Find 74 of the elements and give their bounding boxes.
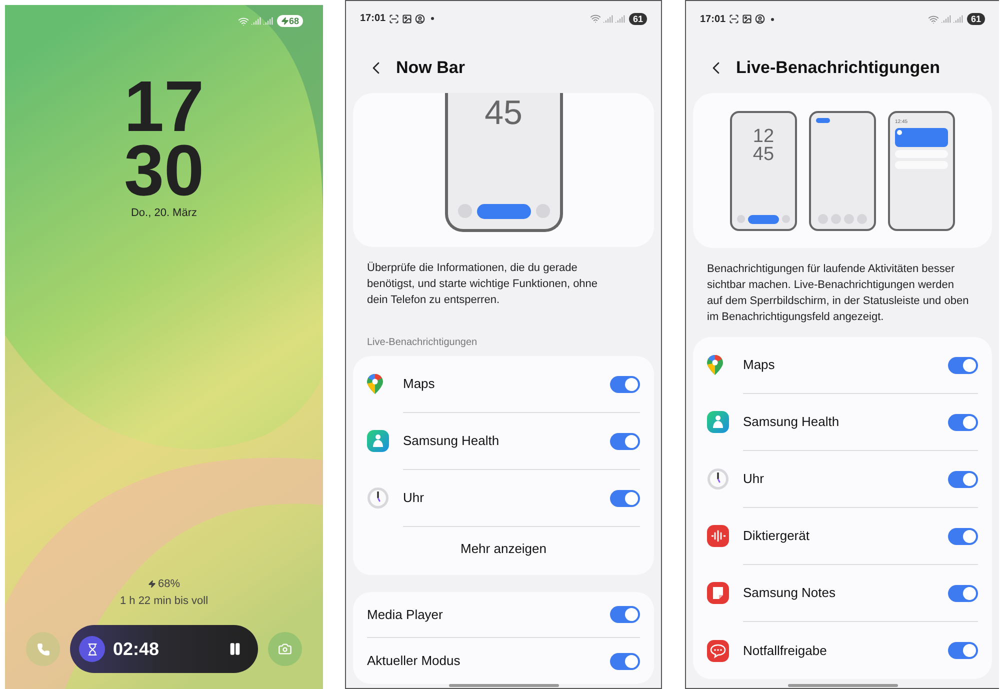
toggle-switch[interactable] xyxy=(610,490,640,506)
gallery-icon xyxy=(742,14,752,24)
map-pin-icon xyxy=(367,374,383,394)
clock-icon xyxy=(707,468,729,490)
account-icon xyxy=(414,14,425,24)
sos-bubble-icon xyxy=(707,640,729,662)
option-label: Aktueller Modus xyxy=(367,652,462,670)
toggle-switch[interactable] xyxy=(948,356,978,374)
toggle-switch[interactable] xyxy=(948,528,978,544)
health-app-icon xyxy=(367,430,389,452)
app-name: Notfallfreigabe xyxy=(743,642,828,660)
phone-icon xyxy=(36,642,50,656)
gallery-icon xyxy=(402,14,412,24)
toggle-switch[interactable] xyxy=(948,642,978,659)
phone-clock: 12 xyxy=(752,128,776,146)
toggle-switch[interactable] xyxy=(948,584,978,602)
description-text: Überprüfe die Informationen, die du gerade benötigst, und starte wichtige Funktionen, ohne dein Telefon zu entsperren. xyxy=(366,260,599,308)
more-button[interactable]: Mehr anzeigen xyxy=(353,527,654,571)
screenshot-icon xyxy=(728,14,739,24)
phone-clock: 45 xyxy=(752,146,776,164)
app-name: Samsung Health xyxy=(743,413,840,432)
status-time: 17:01 xyxy=(700,12,726,26)
pause-icon[interactable] xyxy=(228,642,242,656)
option-label: Media Player xyxy=(367,606,444,624)
clock-icon xyxy=(367,487,389,509)
app-name: Uhr xyxy=(403,489,425,508)
hourglass-icon xyxy=(86,642,98,656)
app-name: Samsung Notes xyxy=(743,584,836,602)
screenshot-icon xyxy=(388,14,399,24)
app-name: Maps xyxy=(403,375,436,394)
now-bar[interactable]: 02:48 xyxy=(70,625,258,673)
notification-card xyxy=(895,128,948,146)
notes-app-icon xyxy=(707,582,729,604)
app-name: Samsung Health xyxy=(403,432,500,450)
signal-icon xyxy=(614,14,625,24)
app-name: Diktiergerät xyxy=(743,527,810,546)
status-time: 17:01 xyxy=(360,12,386,26)
signal-icon xyxy=(250,16,261,26)
toggle-switch[interactable] xyxy=(610,606,640,623)
toggle-switch[interactable] xyxy=(610,376,640,392)
section-label: Live-Benachrichtigungen xyxy=(366,336,478,350)
clock-hours: 17 xyxy=(124,75,204,139)
account-icon xyxy=(754,14,765,24)
screen-title: Now Bar xyxy=(396,57,465,80)
voice-recorder-icon xyxy=(707,525,729,547)
wifi-icon xyxy=(238,16,249,26)
charge-time: 1 h 22 min bis voll xyxy=(120,594,208,608)
toggle-switch[interactable] xyxy=(610,432,640,450)
app-name: Maps xyxy=(743,356,776,374)
toggle-switch[interactable] xyxy=(948,470,978,488)
status-pill xyxy=(816,118,830,122)
camera-icon xyxy=(278,642,292,656)
screen-title: Live-Benachrichtigungen xyxy=(736,57,940,80)
map-pin-icon xyxy=(707,355,723,375)
signal-icon xyxy=(262,16,273,26)
toggle-switch[interactable] xyxy=(610,652,640,670)
battery-indicator: 61 xyxy=(966,13,985,25)
battery-indicator: 61 xyxy=(628,12,647,25)
charging-icon xyxy=(148,580,156,588)
date-label: Do., 20. März xyxy=(130,206,198,221)
description-text: Benachrichtigungen für laufende Aktivitäten besser sichtbar machen. Live-Benachrichtigungen werden auf dem Sperrbildschirm, in der Statusleiste und oben im Benachrichtigungsfeld angezeigt. xyxy=(706,262,970,325)
toggle-switch[interactable] xyxy=(948,414,978,430)
signal-icon xyxy=(940,14,951,24)
app-name: Uhr xyxy=(743,470,765,488)
clock-minutes: 30 xyxy=(124,139,204,203)
signal-icon xyxy=(602,14,613,24)
now-bar-pill xyxy=(748,214,779,224)
timer-text: 02:48 xyxy=(113,638,160,660)
health-app-icon xyxy=(707,411,729,433)
charge-percent: 68% xyxy=(158,577,180,592)
wifi-icon xyxy=(928,14,939,24)
signal-icon xyxy=(952,14,963,24)
now-bar-pill xyxy=(476,204,530,219)
phone-clock: 45 xyxy=(484,92,522,133)
